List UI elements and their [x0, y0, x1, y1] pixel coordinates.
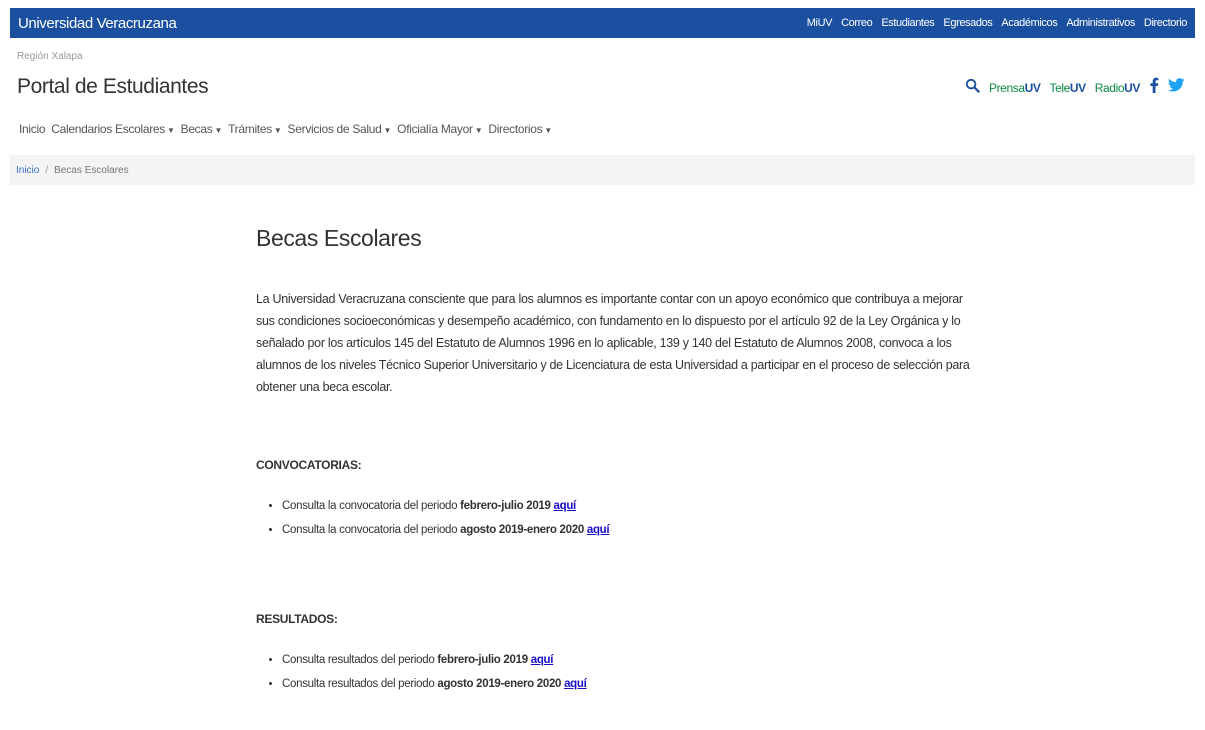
caret-down-icon: ▼ — [214, 126, 223, 135]
breadcrumb-current: Becas Escolares — [54, 164, 129, 176]
twitter-icon[interactable] — [1167, 78, 1185, 97]
list-item: Consulta resultados del periodo febrero-… — [282, 648, 976, 672]
nav-item-directorios[interactable]: Directorios ▼ — [488, 122, 552, 136]
nav-label: Trámites — [228, 122, 272, 136]
item-text: Consulta resultados del periodo — [282, 654, 438, 666]
search-icon[interactable] — [965, 78, 980, 98]
nav-item-oficialia-mayor[interactable]: Oficialía Mayor ▼ — [397, 122, 482, 136]
nav-label: Servicios de Salud — [287, 122, 382, 136]
nav-label: Becas — [180, 122, 213, 136]
prensa-label: Prensa — [988, 80, 1025, 95]
breadcrumb: Inicio / Becas Escolares — [10, 155, 1195, 185]
tele-label: Tele — [1049, 80, 1070, 95]
top-link-academicos[interactable]: Académicos — [1001, 17, 1057, 29]
top-link-egresados[interactable]: Egresados — [943, 17, 992, 29]
convocatorias-list: Consulta la convocatoria del periodo feb… — [256, 494, 976, 542]
top-bar: Universidad Veracruzana MiUV Correo Estu… — [10, 8, 1195, 38]
resultados-link[interactable]: aquí — [564, 678, 587, 690]
radio-label: Radio — [1094, 80, 1125, 95]
prensa-uv-link[interactable]: PrensaUV — [989, 81, 1041, 95]
page-title[interactable]: Portal de Estudiantes — [17, 75, 209, 99]
main-nav: Inicio Calendarios Escolares ▼ Becas ▼ Trá… — [19, 122, 552, 136]
breadcrumb-home-link[interactable]: Inicio — [16, 165, 39, 176]
item-period: febrero-julio 2019 — [437, 654, 528, 666]
item-text: Consulta la convocatoria del periodo — [282, 500, 461, 512]
item-period: febrero-julio 2019 — [460, 500, 551, 512]
caret-down-icon: ▼ — [273, 126, 282, 135]
nav-item-tramites[interactable]: Trámites ▼ — [228, 122, 282, 136]
resultados-link[interactable]: aquí — [531, 654, 554, 666]
main-content: Becas Escolares La Universidad Veracruza… — [256, 225, 976, 696]
item-period: agosto 2019-enero 2020 — [460, 524, 584, 536]
caret-down-icon: ▼ — [166, 126, 175, 135]
radio-uv-label: UV — [1124, 80, 1140, 95]
radio-uv-link[interactable]: RadioUV — [1094, 80, 1141, 95]
resultados-heading: RESULTADOS: — [256, 612, 338, 626]
region-label: Región Xalapa — [17, 51, 83, 62]
top-link-correo[interactable]: Correo — [841, 17, 873, 29]
nav-label: Oficialía Mayor — [397, 122, 473, 136]
caret-down-icon: ▼ — [383, 126, 392, 135]
convocatorias-heading: CONVOCATORIAS: — [256, 458, 362, 472]
list-item: Consulta la convocatoria del periodo feb… — [282, 494, 976, 518]
nav-label: Directorios — [488, 122, 543, 136]
prensa-uv-label: UV — [1024, 80, 1041, 95]
top-link-estudiantes[interactable]: Estudiantes — [881, 17, 934, 29]
breadcrumb-separator: / — [45, 164, 49, 176]
item-text: Consulta resultados del periodo — [282, 678, 438, 690]
convocatoria-link[interactable]: aquí — [554, 500, 577, 512]
facebook-icon[interactable] — [1149, 77, 1159, 98]
nav-item-becas[interactable]: Becas ▼ — [180, 122, 223, 136]
top-links: MiUV Correo Estudiantes Egresados Académ… — [807, 17, 1188, 29]
top-link-miuv[interactable]: MiUV — [807, 17, 833, 29]
intro-paragraph: La Universidad Veracruzana consciente qu… — [256, 292, 970, 394]
item-text: Consulta la convocatoria del periodo — [282, 524, 461, 536]
caret-down-icon: ▼ — [544, 126, 552, 135]
nav-label: Calendarios Escolares — [51, 122, 165, 136]
nav-item-calendarios[interactable]: Calendarios Escolares ▼ — [51, 122, 175, 136]
nav-item-servicios-salud[interactable]: Servicios de Salud ▼ — [288, 122, 392, 136]
top-link-administrativos[interactable]: Administrativos — [1066, 17, 1135, 29]
list-item: Consulta resultados del periodo agosto 2… — [282, 672, 976, 696]
nav-item-inicio[interactable]: Inicio — [19, 122, 46, 136]
content-title: Becas Escolares — [256, 225, 422, 251]
item-period: agosto 2019-enero 2020 — [437, 678, 562, 690]
top-link-directorio[interactable]: Directorio — [1144, 17, 1187, 29]
resultados-list: Consulta resultados del periodo febrero-… — [256, 648, 976, 696]
convocatoria-link[interactable]: aquí — [587, 524, 610, 536]
brand-link[interactable]: Universidad Veracruzana — [18, 15, 177, 32]
media-links: PrensaUV TeleUV RadioUV — [965, 77, 1185, 98]
tele-uv-link[interactable]: TeleUV — [1049, 80, 1086, 95]
tele-uv-label: UV — [1069, 80, 1086, 95]
caret-down-icon: ▼ — [474, 126, 483, 135]
list-item: Consulta la convocatoria del periodo ago… — [282, 518, 976, 542]
